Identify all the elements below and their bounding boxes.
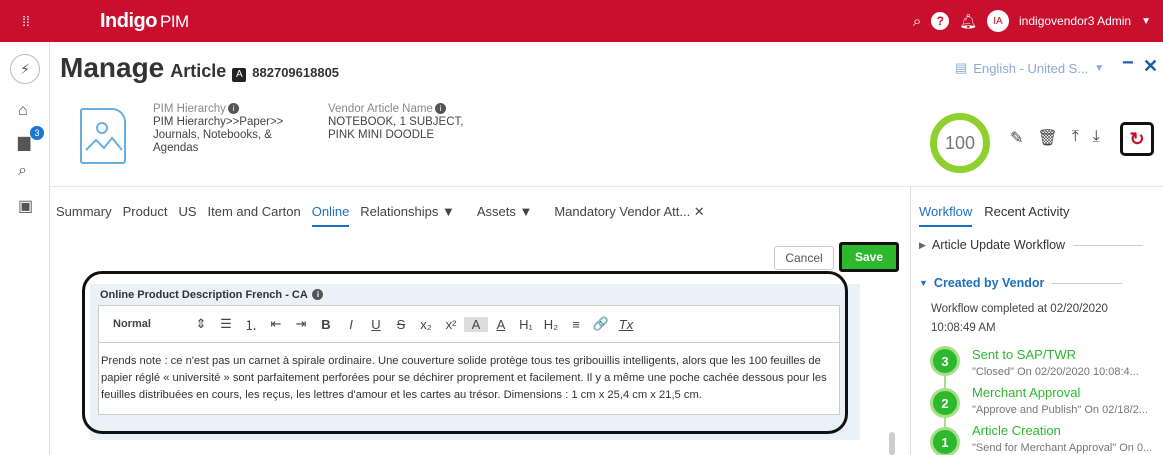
brand-logo[interactable]: Indigo PIM (100, 10, 189, 33)
step-title[interactable]: Sent to SAP/TWR (972, 347, 1076, 362)
panel-divider (910, 186, 911, 455)
cancel-button[interactable]: Cancel (774, 246, 834, 270)
app-grid-icon[interactable]: ⁞⁞ (10, 13, 42, 29)
article-actions: ✎ 🗑︎ ⤒ ⤓ (1010, 128, 1100, 148)
tab-assets[interactable]: Assets ▼ (477, 204, 533, 227)
step-title[interactable]: Article Creation (972, 423, 1061, 438)
tab-us[interactable]: US (178, 204, 196, 227)
download-icon[interactable]: ⤓ (1093, 128, 1100, 148)
step-subtitle: "Closed" On 02/20/2020 10:08:4... (972, 366, 1139, 378)
minimize-icon[interactable]: − (1122, 52, 1134, 75)
created-by-vendor-workflow[interactable]: ▼ Created by Vendor (919, 276, 1123, 290)
pim-hierarchy-field: PIM Hierarchy i PIM Hierarchy>>Paper>> Jo… (153, 103, 284, 154)
help-icon[interactable]: ? (931, 12, 950, 30)
step-badge: 2 (930, 388, 960, 418)
divider (1052, 282, 1123, 284)
briefcase-icon[interactable]: ▣ (18, 196, 33, 216)
vendor-article-name-field: Vendor Article Name i NOTEBOOK, 1 SUBJECT… (328, 103, 464, 141)
save-button[interactable]: Save (839, 242, 899, 272)
edit-icon[interactable]: ✎ (1010, 128, 1023, 148)
search-icon[interactable]: ⌕ (913, 13, 921, 30)
tab-mandatory-vendor-attributes[interactable]: Mandatory Vendor Att... ✕ (554, 204, 704, 227)
article-update-workflow[interactable]: ▶ Article Update Workflow (919, 238, 1144, 252)
chevron-down-icon: ▼ (919, 278, 928, 288)
language-selector[interactable]: ▤ English - United S... ▼ (955, 60, 1104, 76)
step-subtitle: "Send for Merchant Approval" On 0... (972, 442, 1153, 454)
tab-relationships[interactable]: Relationships ▼ (360, 204, 455, 227)
article-number: 882709618805 (252, 65, 340, 80)
image-icon (85, 122, 123, 151)
bell-icon[interactable]: 🔔︎ (959, 13, 977, 30)
chevron-right-icon: ▶ (919, 239, 926, 250)
page-title: Manage Article A 882709618805 (60, 52, 340, 83)
divider (1073, 244, 1144, 246)
editor-highlight-outline (82, 271, 848, 434)
info-icon[interactable]: i (434, 103, 446, 114)
tab-summary[interactable]: Summary (56, 204, 112, 227)
step-badge: 1 (930, 427, 960, 455)
home-icon[interactable]: ⌂ (18, 102, 28, 120)
article-image-placeholder[interactable] (80, 108, 126, 164)
scrollbar[interactable] (889, 432, 895, 455)
article-type-badge: A (232, 68, 247, 82)
publish-icon[interactable]: ⤒ (1072, 128, 1079, 148)
tab-online[interactable]: Online (311, 204, 350, 227)
workflow-completed-time: 10:08:49 AM (931, 322, 996, 334)
delete-icon[interactable]: 🗑︎ (1037, 128, 1057, 148)
workflow-completed-text: Workflow completed at 02/20/2020 (931, 303, 1108, 315)
left-rail: ⚡︎ ⌂ ▆ 3 ⌕ ▣ (0, 42, 50, 455)
lightning-icon[interactable]: ⚡︎ (10, 54, 40, 84)
right-panel-tabs: Workflow Recent Activity (919, 204, 1069, 227)
close-icon[interactable]: ✕ (1143, 56, 1158, 77)
avatar[interactable]: IA (987, 10, 1010, 32)
top-bar: ⁞⁞ Indigo PIM ⌕ ? 🔔︎ IA indigovendor3 Adm… (0, 0, 1163, 42)
tab-product[interactable]: Product (123, 204, 168, 227)
step-title[interactable]: Merchant Approval (972, 385, 1080, 400)
completeness-score: 100 (930, 113, 990, 173)
user-menu-chevron-icon[interactable]: ▼ (1141, 16, 1151, 27)
translate-icon: ▤ (955, 60, 968, 75)
refresh-button[interactable]: ↻ (1120, 122, 1154, 156)
tab-item-and-carton[interactable]: Item and Carton (208, 204, 301, 227)
search-rail-icon[interactable]: ⌕ (18, 162, 27, 180)
info-icon[interactable]: i (227, 103, 239, 114)
notification-badge: 3 (30, 126, 44, 140)
divider (50, 186, 1163, 187)
user-name[interactable]: indigovendor3 Admin (1019, 14, 1131, 28)
step-badge: 3 (930, 346, 960, 376)
step-subtitle: "Approve and Publish" On 02/18/2... (972, 404, 1148, 416)
tab-workflow[interactable]: Workflow (919, 204, 973, 227)
refresh-icon: ↻ (1129, 128, 1145, 149)
tab-recent-activity[interactable]: Recent Activity (984, 204, 1069, 227)
inbox-icon[interactable]: ▆ (18, 132, 30, 152)
article-tabs: Summary Product US Item and Carton Onlin… (56, 204, 716, 227)
